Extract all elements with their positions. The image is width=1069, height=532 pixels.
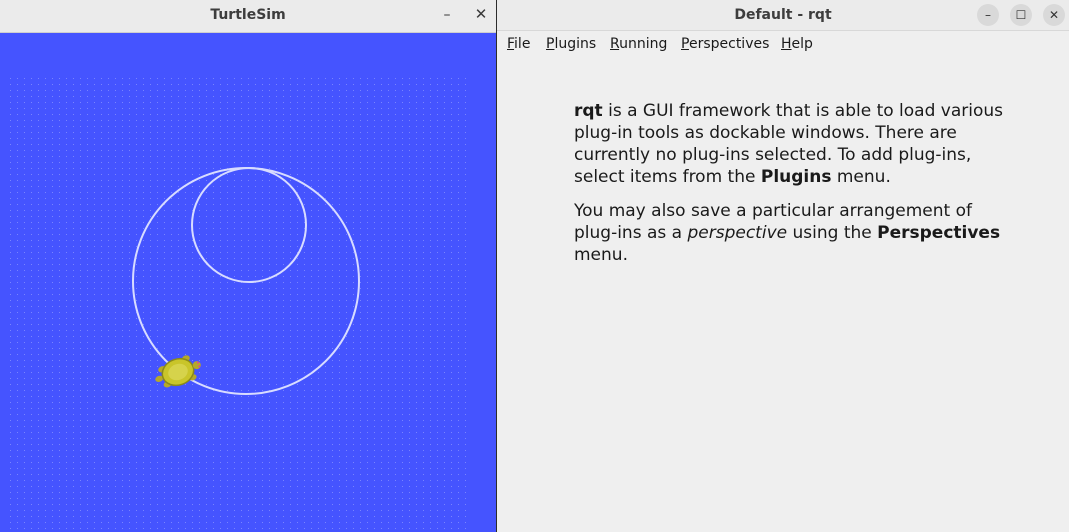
turtlesim-canvas xyxy=(0,33,496,532)
menu-help[interactable]: Help xyxy=(781,36,813,52)
menu-plugins[interactable]: Plugins xyxy=(546,36,596,52)
welcome-message: rqt is a GUI framework that is able to l… xyxy=(574,100,1004,278)
turtlesim-titlebar[interactable]: TurtleSim – ✕ xyxy=(0,0,496,33)
menu-file[interactable]: File xyxy=(507,36,530,52)
rqt-window: Default - rqt – ☐ ✕ File Plugins Running… xyxy=(497,0,1069,532)
minimize-icon[interactable]: – xyxy=(977,4,999,26)
menubar: File Plugins Running Perspectives Help xyxy=(497,31,1069,57)
maximize-icon[interactable]: ☐ xyxy=(1010,4,1032,26)
menu-perspectives[interactable]: Perspectives xyxy=(681,36,769,52)
close-icon[interactable]: ✕ xyxy=(473,6,489,22)
menu-running[interactable]: Running xyxy=(610,36,667,52)
minimize-icon[interactable]: – xyxy=(439,7,455,23)
rqt-titlebar[interactable]: Default - rqt – ☐ ✕ xyxy=(497,0,1069,31)
background-texture xyxy=(10,73,470,532)
perspective-paragraph: You may also save a particular arrangeme… xyxy=(574,201,1001,265)
turtlesim-drawing xyxy=(10,73,470,532)
turtlesim-title: TurtleSim xyxy=(210,7,286,23)
intro-paragraph: rqt is a GUI framework that is able to l… xyxy=(574,101,1004,187)
turtlesim-window: TurtleSim – ✕ xyxy=(0,0,496,532)
close-icon[interactable]: ✕ xyxy=(1043,4,1065,26)
